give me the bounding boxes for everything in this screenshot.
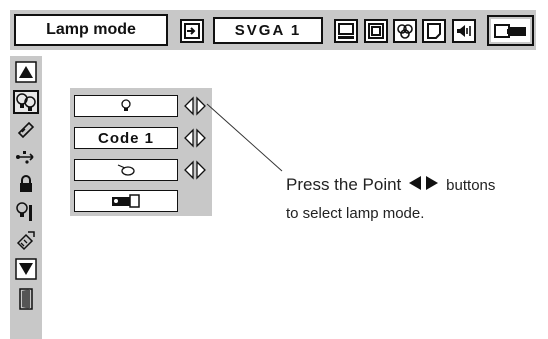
instruction-line-2: to select lamp mode. [286, 205, 425, 222]
callout-line [206, 103, 283, 172]
point-left-right-icon [409, 176, 439, 190]
instruction-line-1: Press the Point buttons [286, 175, 496, 194]
